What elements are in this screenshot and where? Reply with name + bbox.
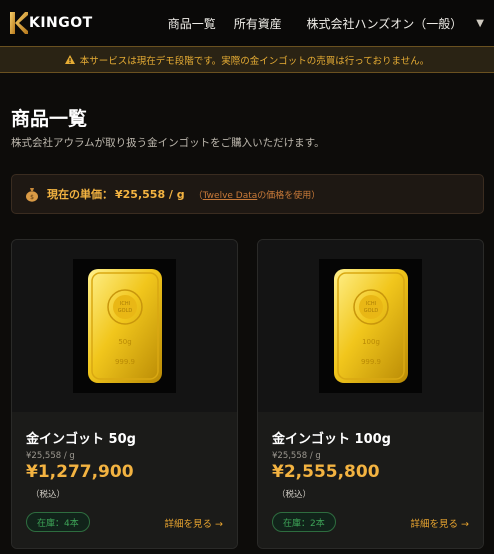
price-note-suffix: の価格を使用） — [257, 190, 321, 201]
stock-badge: 在庫：2本 — [272, 512, 336, 532]
gold-bar-image: ICHI GOLD 50g 999.9 — [87, 269, 162, 383]
product-info: 金インゴット 50g ¥25,558 / g ¥1,277,900 （税込） 在… — [12, 412, 237, 548]
k-logo-icon — [10, 12, 28, 34]
gold-bar-image: ICHI GOLD 100g 999.9 — [333, 269, 408, 383]
tax-included-label: （税込） — [277, 490, 312, 500]
price-label: 現在の単価： — [47, 188, 113, 201]
demo-warning-banner: 本サービスは現在デモ段階です。実際の金インゴットの売買は行っておりません。 — [0, 46, 494, 73]
svg-text:ICHI: ICHI — [119, 301, 129, 307]
chevron-down-icon: ▼ — [476, 17, 484, 29]
current-price-box: $ 現在の単価： ¥25,558 / g （Twelve Dataの価格を使用） — [11, 174, 484, 214]
main-nav: 商品一覧 所有資産 — [168, 15, 282, 32]
svg-text:GOLD: GOLD — [117, 308, 132, 314]
svg-text:GOLD: GOLD — [363, 308, 378, 314]
svg-text:$: $ — [30, 194, 34, 201]
warning-icon — [64, 55, 75, 64]
product-image-area: ICHI GOLD 100g 999.9 — [258, 240, 483, 412]
product-name: 金インゴット 50g — [26, 432, 136, 447]
product-name: 金インゴット 100g — [272, 432, 391, 447]
price-note-prefix: （ — [193, 190, 203, 201]
price-source-note: （Twelve Dataの価格を使用） — [194, 188, 321, 201]
twelve-data-link[interactable]: Twelve Data — [203, 191, 258, 201]
banner-text: 本サービスは現在デモ段階です。実際の金インゴットの売買は行っておりません。 — [79, 55, 430, 67]
user-name: 株式会社ハンズオン（一般） — [306, 16, 463, 31]
product-total-price: ¥2,555,800 — [272, 462, 380, 482]
nav-products[interactable]: 商品一覧 — [168, 15, 216, 32]
bar-weight-stamp: 50g — [118, 338, 131, 346]
product-image: ICHI GOLD 100g 999.9 — [319, 259, 422, 393]
page-title: 商品一覧 — [11, 108, 88, 130]
bar-weight-stamp: 100g — [362, 338, 380, 346]
product-card[interactable]: ICHI GOLD 100g 999.9 金インゴット 100g ¥25,558… — [257, 239, 484, 549]
stock-badge: 在庫：4本 — [26, 512, 90, 532]
product-unit-price: ¥25,558 / g — [26, 451, 75, 461]
product-total-price: ¥1,277,900 — [26, 462, 134, 482]
product-unit-price: ¥25,558 / g — [272, 451, 321, 461]
logo-text: KINGOT — [29, 15, 93, 31]
top-header: KINGOT 商品一覧 所有資産 株式会社ハンズオン（一般） ▼ — [0, 0, 494, 46]
view-details-link[interactable]: 詳細を見る → — [165, 516, 223, 530]
product-info: 金インゴット 100g ¥25,558 / g ¥2,555,800 （税込） … — [258, 412, 483, 548]
user-menu[interactable]: 株式会社ハンズオン（一般） ▼ — [307, 15, 484, 32]
money-bag-icon: $ — [26, 187, 38, 202]
nav-assets[interactable]: 所有資産 — [234, 15, 282, 32]
price-value: ¥25,558 / g — [115, 187, 185, 201]
brand-logo[interactable]: KINGOT — [8, 11, 93, 35]
svg-text:ICHI: ICHI — [365, 301, 375, 307]
page-subtitle: 株式会社アウラムが取り扱う金インゴットをご購入いただけます。 — [11, 137, 325, 149]
bar-purity-stamp: 999.9 — [360, 358, 380, 366]
product-image-area: ICHI GOLD 50g 999.9 — [12, 240, 237, 412]
product-card[interactable]: ICHI GOLD 50g 999.9 金インゴット 50g ¥25,558 /… — [11, 239, 238, 549]
bar-purity-stamp: 999.9 — [114, 358, 134, 366]
tax-included-label: （税込） — [31, 490, 66, 500]
product-image: ICHI GOLD 50g 999.9 — [73, 259, 176, 393]
view-details-link[interactable]: 詳細を見る → — [411, 516, 469, 530]
